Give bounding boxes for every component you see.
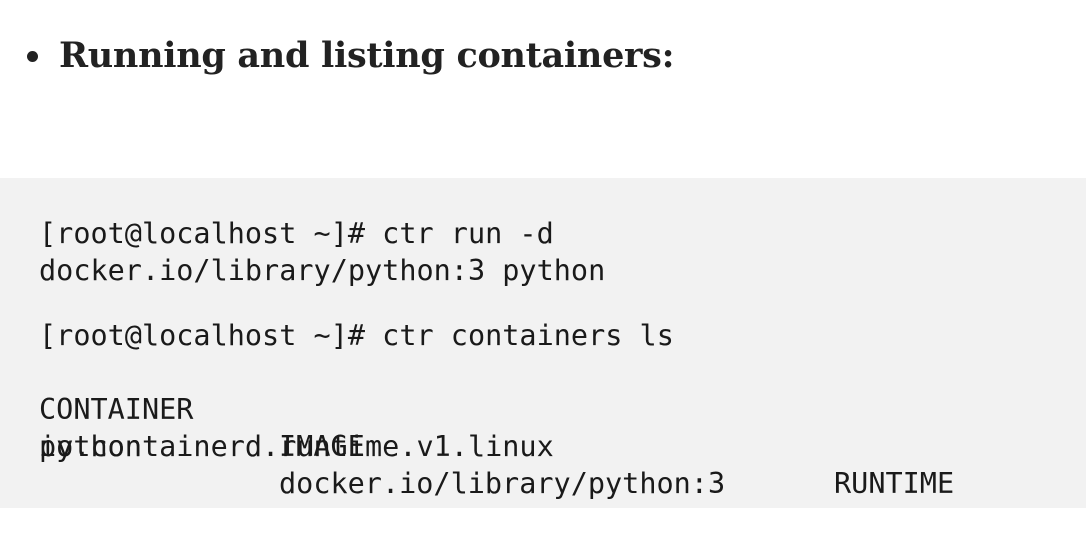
header-runtime: RUNTIME xyxy=(834,467,955,500)
code-line-command2: [root@localhost ~]# ctr containers ls xyxy=(39,319,674,352)
code-line-command1: [root@localhost ~]# ctr run -d xyxy=(39,217,554,250)
table-header-row: CONTAINER IMAGE RUNTIME xyxy=(39,354,1079,500)
section-heading: Running and listing containers: xyxy=(59,35,675,76)
page: { "heading": { "text": "Running and list… xyxy=(0,0,1086,508)
code-line-command1-continued: docker.io/library/python:3 python xyxy=(39,254,606,287)
code-block: [root@localhost ~]# ctr run -d docker.io… xyxy=(0,178,1086,508)
cell-image: docker.io/library/python:3 xyxy=(279,467,726,500)
cell-runtime: io.containerd.runtime.v1.linux xyxy=(39,430,554,463)
table-row: python docker.io/library/python:3 xyxy=(39,391,1079,500)
bullet-icon xyxy=(27,51,38,62)
